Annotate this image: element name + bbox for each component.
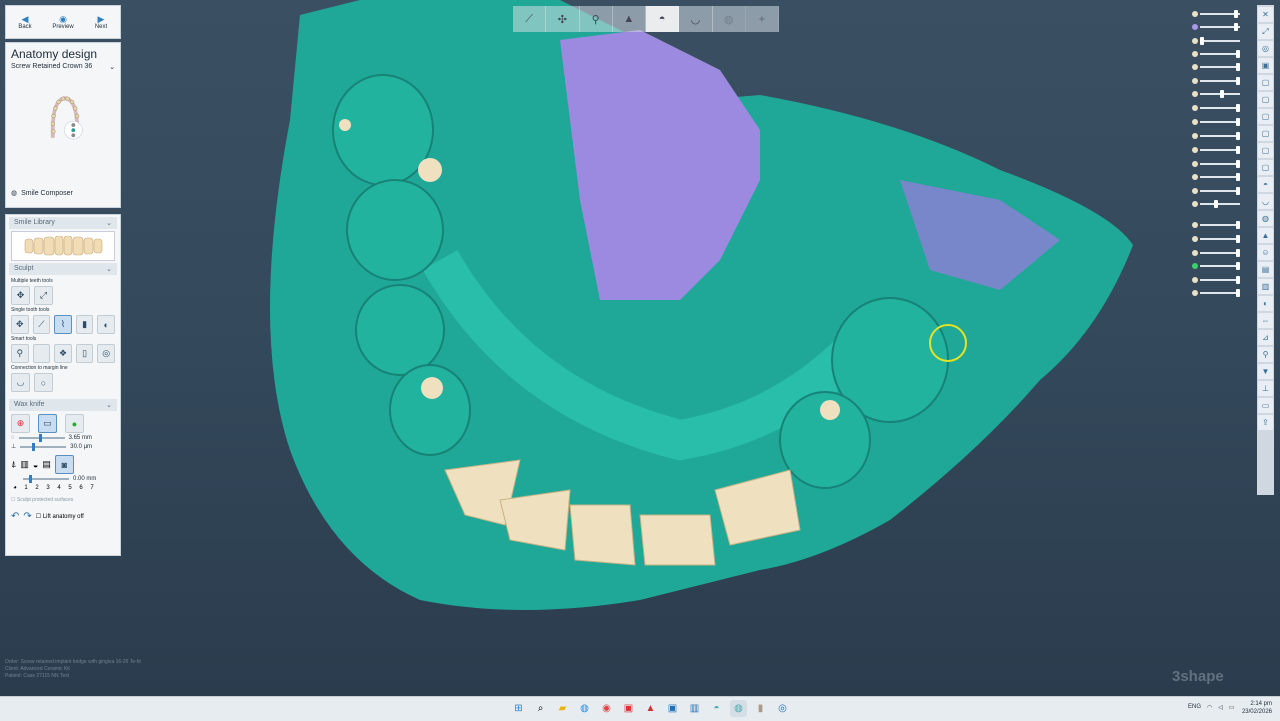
dental-app-icon[interactable]: ◓ [708,700,725,717]
red-app-icon[interactable]: ▣ [620,700,637,717]
implant-icon[interactable]: ⚲ [580,6,613,32]
visibility-slider[interactable] [1192,159,1240,169]
distance-icon[interactable]: ⇔ [1258,313,1273,328]
crown-view-icon[interactable]: ◍ [1258,211,1273,226]
fullscreen-icon[interactable]: ⤢ [1258,24,1273,39]
view-toolbar: ✕ ⤢ ◎ ▣ ▢ ▢ ▢ ▢ ▢ ▢ ◓ ◡ ◍ ▲ ☺ ▤ ▥ ◐ ⇔ ⊿ … [1257,5,1274,495]
view-right-icon[interactable]: ▢ [1258,126,1273,141]
visibility-slider[interactable] [1192,145,1240,155]
visibility-slider[interactable] [1192,36,1240,46]
snapshot-icon[interactable]: ◎ [1258,41,1273,56]
view-back-icon[interactable]: ▢ [1258,92,1273,107]
finish-icon[interactable]: ✦ [746,6,779,32]
share-icon[interactable]: ⇪ [1258,415,1273,430]
view-top-icon[interactable]: ▢ [1258,143,1273,158]
camera-icon[interactable]: ▣ [1258,58,1273,73]
clock[interactable]: 2:14 pm 23/02/2026 [1242,700,1272,716]
bridge-icon[interactable]: ◍ [713,6,746,32]
contact-map-icon[interactable]: ◐ [1258,296,1273,311]
visibility-slider[interactable] [1192,103,1240,113]
visibility-slider[interactable] [1192,131,1240,141]
visibility-slider[interactable] [1192,117,1240,127]
dental-model-viewport[interactable] [0,0,1280,696]
visibility-slider[interactable] [1192,186,1240,196]
model-icon[interactable]: ▲ [613,6,646,32]
visibility-slider[interactable] [1192,288,1240,298]
design-app-icon[interactable]: ◍ [730,700,747,717]
visibility-slider[interactable] [1192,76,1240,86]
view-left-icon[interactable]: ▢ [1258,109,1273,124]
visibility-slider[interactable] [1192,275,1240,285]
measure-icon[interactable]: ⊿ [1258,330,1273,345]
visibility-slider[interactable] [1192,49,1240,59]
view-front-icon[interactable]: ▢ [1258,75,1273,90]
visibility-slider[interactable] [1192,89,1240,99]
tooth-view-icon[interactable]: ◓ [1258,177,1273,192]
file-explorer-icon[interactable]: ▰ [554,700,571,717]
workflow-toolbar: ⟋ ✣ ⚲ ▲ ◓ ◡ ◍ ✦ [513,6,779,32]
battery-icon[interactable]: ▭ [1229,704,1235,711]
pdf-icon[interactable]: ▲ [642,700,659,717]
gum-view-icon[interactable]: ◡ [1258,194,1273,209]
settings-app-icon[interactable]: ◎ [774,700,791,717]
implant-view-icon[interactable]: ⚲ [1258,347,1273,362]
filter-icon[interactable]: ▼ [1258,364,1273,379]
close-icon[interactable]: ✕ [1258,7,1273,22]
gingiva-icon[interactable]: ◡ [679,6,713,32]
crown-icon[interactable]: ◓ [646,6,680,32]
visibility-slider[interactable] [1192,234,1240,244]
edge-icon[interactable]: ◍ [576,700,593,717]
search-icon[interactable]: ⌕ [532,700,549,717]
start-icon[interactable]: ⊞ [510,700,527,717]
taskbar: ⊞ ⌕ ▰ ◍ ◉ ▣ ▲ ▣ ▥ ◓ ◍ ▮ ◎ ENG ◠ ◁ ▭ 2:14… [0,696,1280,721]
chart-app-icon[interactable]: ▥ [686,700,703,717]
face-icon[interactable]: ☺ [1258,245,1273,260]
section-icon[interactable]: ▥ [1258,279,1273,294]
pin-icon[interactable]: ⊥ [1258,381,1273,396]
view-bottom-icon[interactable]: ▢ [1258,160,1273,175]
teeth-group-icon[interactable]: ✣ [546,6,580,32]
brand-logo: 3shape [1172,668,1224,685]
visibility-slider[interactable] [1192,220,1240,230]
model-view-icon[interactable]: ▲ [1258,228,1273,243]
order-info: Order: Screw retained implant bridge wit… [5,659,141,679]
visibility-slider[interactable] [1192,261,1240,271]
layer-icon[interactable]: ▤ [1258,262,1273,277]
blue-app-icon[interactable]: ▣ [664,700,681,717]
language-indicator[interactable]: ENG [1188,704,1201,711]
brush-icon[interactable]: ⟋ [513,6,547,32]
visibility-slider[interactable] [1192,62,1240,72]
volume-icon[interactable]: ◁ [1218,704,1223,711]
visibility-slider[interactable] [1192,9,1240,19]
tooth-app-icon[interactable]: ▮ [752,700,769,717]
note-icon[interactable]: ▭ [1258,398,1273,413]
visibility-slider[interactable] [1192,172,1240,182]
visibility-slider[interactable] [1192,248,1240,258]
wifi-icon[interactable]: ◠ [1207,704,1212,711]
visibility-slider[interactable] [1192,199,1240,209]
chrome-icon[interactable]: ◉ [598,700,615,717]
visibility-slider[interactable] [1192,22,1240,32]
system-tray: ENG ◠ ◁ ▭ [1188,704,1235,711]
